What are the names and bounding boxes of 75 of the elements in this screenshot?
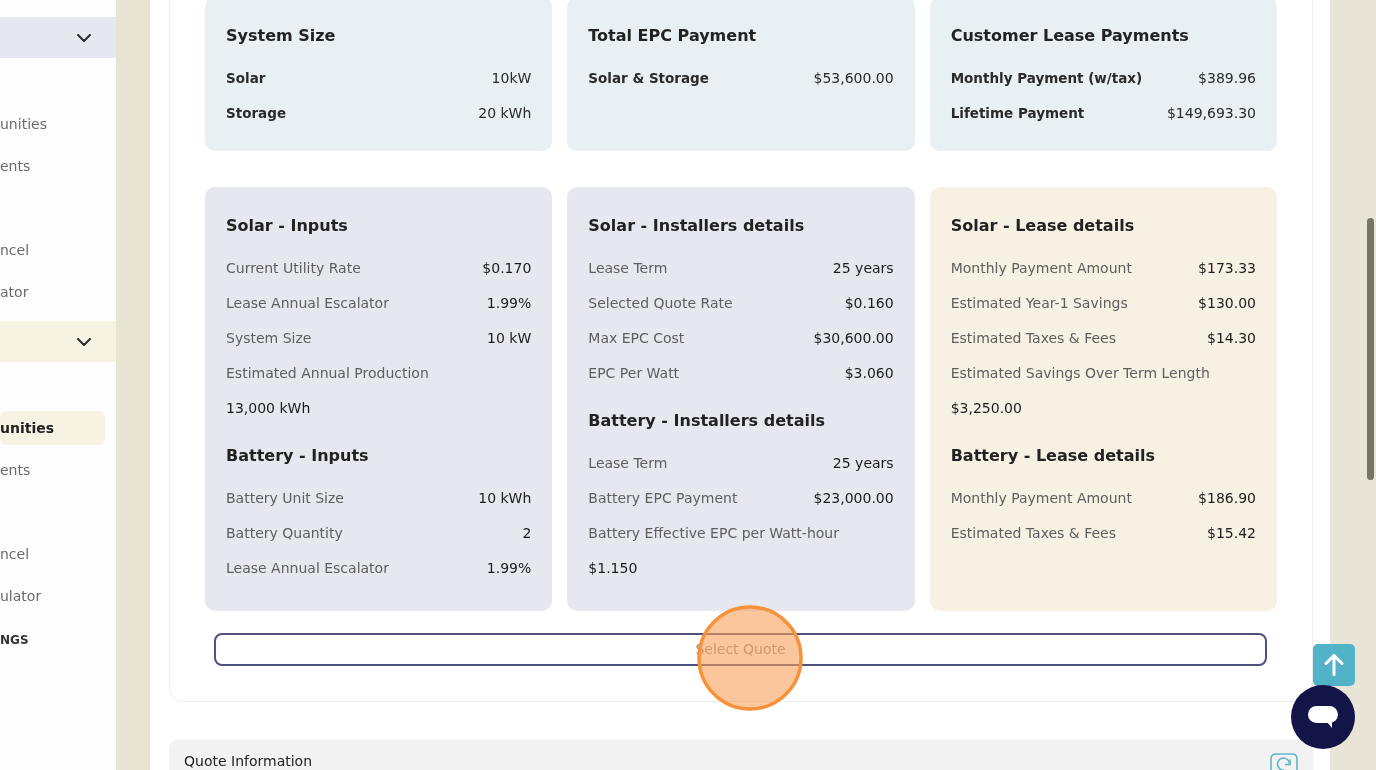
summary-value: 20 kWh: [478, 104, 532, 123]
summary-label: Lifetime Payment: [950, 104, 1085, 124]
field-value: 1.99%: [486, 559, 532, 578]
sidebar-item[interactable]: ncel: [0, 241, 30, 259]
field-label: Current Utility Rate: [226, 259, 361, 278]
chat-bubble-icon: [1308, 706, 1338, 728]
card-title: System Size: [226, 25, 336, 46]
field-label: Selected Quote Rate: [588, 294, 733, 313]
field-value: 10 kW: [487, 329, 532, 348]
field-value: $14.30: [1207, 329, 1256, 348]
sidebar-item[interactable]: unities: [0, 411, 105, 445]
sidebar-item[interactable]: ulator: [0, 587, 42, 605]
field-label: Battery Effective EPC per Watt-hour: [588, 524, 839, 543]
field-value: 10 kWh: [478, 489, 532, 508]
summary-label: Solar & Storage: [588, 69, 709, 89]
field-value: $30,600.00: [813, 329, 894, 348]
field-value: 2: [522, 524, 532, 543]
arrow-up-icon: [1324, 654, 1344, 676]
field-label: Lease Annual Escalator: [226, 559, 389, 578]
sidebar-item[interactable]: ator: [0, 283, 29, 301]
card-title: Total EPC Payment: [588, 25, 757, 46]
field-label: Estimated Year-1 Savings: [950, 294, 1128, 313]
field-label: Lease Annual Escalator: [226, 294, 389, 313]
section-title: Battery - Lease details: [950, 445, 1155, 466]
sidebar-section-label: NGS: [0, 633, 29, 647]
summary-value: $149,693.30: [1166, 104, 1256, 123]
summary-value: $53,600.00: [813, 69, 894, 88]
section-title: Solar - Installers details: [588, 215, 805, 236]
sidebar-item[interactable]: unities: [0, 115, 47, 133]
field-label: Lease Term: [588, 454, 668, 473]
section-title: Solar - Inputs: [226, 215, 348, 236]
field-label: Lease Term: [588, 259, 668, 278]
sidebar-item[interactable]: ents: [0, 157, 31, 175]
field-label: Battery Quantity: [226, 524, 343, 543]
field-value: $3.060: [844, 364, 894, 383]
sidebar-item[interactable]: ncel: [0, 545, 30, 563]
field-value: $186.90: [1198, 489, 1256, 508]
field-label: Battery EPC Payment: [588, 489, 738, 508]
field-label: Monthly Payment Amount: [950, 259, 1132, 278]
summary-label: Monthly Payment (w/tax): [950, 69, 1143, 89]
scroll-to-top-button[interactable]: [1313, 644, 1355, 686]
field-label: System Size: [226, 329, 312, 348]
scrollbar-thumb[interactable]: [1367, 218, 1374, 480]
section-title: Battery - Inputs: [226, 445, 369, 466]
summary-value: 10kW: [491, 69, 532, 88]
sidebar-item[interactable]: ents: [0, 461, 31, 479]
summary-value: $389.96: [1198, 69, 1256, 88]
section-title: Solar - Lease details: [950, 215, 1135, 236]
summary-label: Solar: [226, 69, 266, 89]
refresh-icon[interactable]: [1270, 753, 1298, 770]
field-value: 25 years: [832, 259, 894, 278]
field-value: $3,250.00: [950, 399, 1022, 418]
field-value: $1.150: [588, 559, 638, 578]
field-value: $0.160: [844, 294, 894, 313]
field-label: Estimated Savings Over Term Length: [950, 364, 1210, 383]
field-label: Monthly Payment Amount: [950, 489, 1132, 508]
section-title: Battery - Installers details: [588, 410, 825, 431]
field-value: 13,000 kWh: [226, 399, 311, 418]
field-label: EPC Per Watt: [588, 364, 680, 383]
field-label: Estimated Taxes & Fees: [950, 329, 1117, 348]
field-value: $0.170: [482, 259, 532, 278]
click-indicator-icon: [697, 605, 803, 711]
panel-title: Quote Information: [184, 753, 313, 769]
field-value: $173.33: [1198, 259, 1256, 278]
field-label: Estimated Annual Production: [226, 364, 429, 383]
field-value: 25 years: [832, 454, 894, 473]
field-value: 1.99%: [486, 294, 532, 313]
field-label: Max EPC Cost: [588, 329, 685, 348]
field-value: $15.42: [1207, 524, 1256, 543]
field-value: $130.00: [1198, 294, 1256, 313]
field-label: Estimated Taxes & Fees: [950, 524, 1117, 543]
field-value: $23,000.00: [813, 489, 894, 508]
summary-label: Storage: [226, 104, 287, 124]
card-title: Customer Lease Payments: [950, 25, 1189, 46]
field-label: Battery Unit Size: [226, 489, 344, 508]
